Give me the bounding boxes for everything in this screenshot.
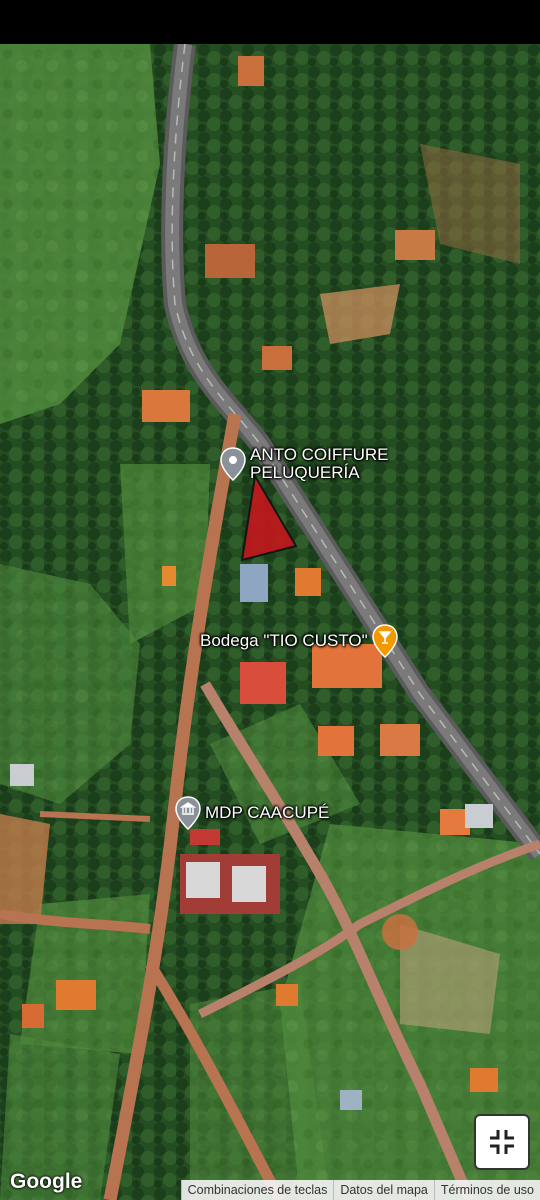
location-pin-icon <box>220 447 246 481</box>
poi-mdp-caacupe[interactable]: MDP CAACUPÉ <box>175 796 329 830</box>
status-bar <box>0 0 540 44</box>
landmark-icon <box>175 796 201 830</box>
poi-label-mdp-caacupe: MDP CAACUPÉ <box>205 803 330 822</box>
attribution-bar: Combinaciones de teclas Datos del mapa T… <box>180 1180 540 1200</box>
poi-label-anto-coiffure: ANTO COIFFURE PELUQUERÍA <box>250 445 389 482</box>
google-logo: Google <box>10 1170 83 1193</box>
exit-fullscreen-icon <box>490 1130 514 1154</box>
map-data-link[interactable]: Datos del mapa <box>333 1180 434 1200</box>
drink-icon <box>371 624 398 658</box>
poi-bodega-tio-custo[interactable]: Bodega "TIO CUSTO" <box>200 624 398 658</box>
terms-link[interactable]: Términos de uso <box>433 1180 540 1200</box>
satellite-imagery <box>0 44 540 1200</box>
poi-label-bodega: Bodega "TIO CUSTO" <box>200 631 368 650</box>
poi-anto-coiffure[interactable]: ANTO COIFFURE PELUQUERÍA <box>220 446 389 482</box>
satellite-map[interactable]: ANTO COIFFURE PELUQUERÍA Bodega "TIO CUS… <box>0 44 540 1200</box>
keyboard-shortcuts-link[interactable]: Combinaciones de teclas <box>180 1180 334 1200</box>
exit-fullscreen-button[interactable] <box>474 1114 530 1170</box>
